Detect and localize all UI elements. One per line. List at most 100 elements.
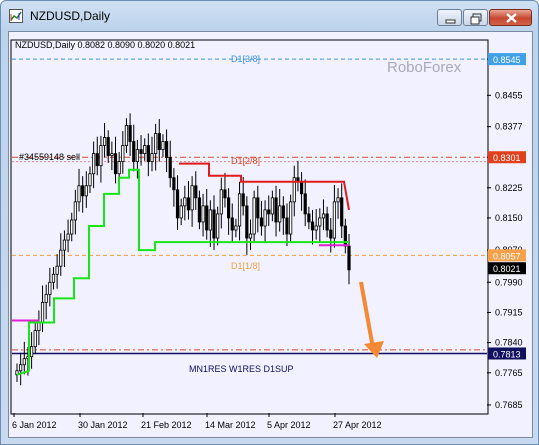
x-tick-label-5: 27 Apr 2012 <box>333 420 382 430</box>
candle-body-61 <box>237 193 242 227</box>
candle-body-64 <box>248 233 253 239</box>
candle-body-32 <box>132 141 136 163</box>
candle-body-13 <box>62 239 67 251</box>
candle-body-43 <box>172 177 176 191</box>
candle-body-72 <box>278 205 282 223</box>
bottom-level-label: MN1RES W1RES D1SUP <box>189 364 294 374</box>
candle-body-16 <box>73 201 77 221</box>
candle-body-47 <box>186 197 191 211</box>
candle-body-74 <box>285 217 289 235</box>
price-tag-label-3: 0.8021 <box>493 264 521 274</box>
candle-body-55 <box>216 213 220 239</box>
candle-body-79 <box>303 193 307 215</box>
candle-body-22 <box>95 153 99 167</box>
candle-body-38 <box>154 133 158 155</box>
candle-body-36 <box>146 145 150 163</box>
candle-body-65 <box>252 197 256 235</box>
y-tick-label-2: 0.8377 <box>495 122 523 132</box>
chart-app-icon <box>9 9 23 23</box>
chart-area[interactable]: 0.8545 0.8455 0.8377 0.8301 0.8225 0.8150 0.80… <box>8 31 533 438</box>
x-tick-label-3: 14 Mar 2012 <box>205 420 256 430</box>
x-tick-label-2: 21 Feb 2012 <box>141 420 192 430</box>
candle-body-63 <box>245 205 249 239</box>
candle-body-83 <box>318 217 322 227</box>
candle-body-49 <box>194 185 198 199</box>
candle-body-1 <box>19 364 23 372</box>
y-tick-label-11: 0.7685 <box>495 400 523 410</box>
candle-body-78 <box>299 181 304 195</box>
candle-body-11 <box>55 265 59 275</box>
candle-body-7 <box>40 302 45 323</box>
candle-body-17 <box>77 185 81 203</box>
watermark: RoboForex <box>387 59 462 76</box>
price-tag-label-1: 0.8301 <box>493 153 521 163</box>
candle-body-52 <box>205 205 209 231</box>
candle-body-44 <box>175 189 180 219</box>
price-chart[interactable]: 0.8545 0.8455 0.8377 0.8301 0.8225 0.8150 0.80… <box>9 32 532 437</box>
minimize-button[interactable] <box>437 9 462 26</box>
candle-body-57 <box>223 189 227 199</box>
price-tag-label-4: 0.7813 <box>493 349 521 359</box>
candle-body-45 <box>179 205 183 219</box>
candle-body-25 <box>106 137 110 157</box>
candle-body-29 <box>121 145 125 163</box>
candle-body-27 <box>113 153 118 175</box>
candle-body-68 <box>263 209 267 227</box>
chart-window: NZDUSD,Daily 0.85450.84550.83770.83010.8… <box>0 0 539 445</box>
close-button[interactable] <box>489 9 532 26</box>
price-tag-label-2: 0.8057 <box>493 251 521 261</box>
candle-body-81 <box>310 221 315 231</box>
candle-body-8 <box>44 293 48 303</box>
candle-body-5 <box>33 330 37 348</box>
minimize-icon <box>445 19 456 24</box>
level-label-d1-3-8: D1[3/8] <box>231 54 260 64</box>
candle-body-67 <box>259 217 264 227</box>
candle-body-54 <box>212 209 216 239</box>
candle-body-50 <box>197 197 202 223</box>
y-tick-label-7: 0.7990 <box>495 277 523 287</box>
level-label-d1-2-8: D1[2/8] <box>231 156 260 166</box>
close-icon <box>506 13 517 23</box>
candle-body-62 <box>241 193 245 207</box>
candle-body-53 <box>208 209 212 231</box>
candle-body-21 <box>92 153 96 175</box>
candle-body-73 <box>281 205 285 219</box>
candle-body-26 <box>110 153 114 157</box>
level-label-d1-1-8: D1[1/8] <box>231 261 260 271</box>
x-tick-label-0: 6 Jan 2012 <box>12 420 57 430</box>
candle-body-48 <box>190 185 194 211</box>
candle-body-4 <box>29 346 34 358</box>
y-tick-label-10: 0.7765 <box>495 368 523 378</box>
candle-body-69 <box>267 209 271 215</box>
candle-body-33 <box>135 149 139 163</box>
candle-body-60 <box>234 225 238 231</box>
price-tag-label-0: 0.8545 <box>493 55 521 65</box>
candle-body-70 <box>270 197 274 215</box>
y-tick-label-4: 0.8225 <box>495 183 523 193</box>
maximize-button[interactable] <box>463 9 488 26</box>
candle-body-85 <box>325 213 329 231</box>
order-label: #34559148 sell <box>19 152 80 162</box>
candle-body-31 <box>128 125 132 142</box>
candle-body-56 <box>219 189 223 215</box>
y-tick-label-9: 0.7840 <box>495 338 523 348</box>
candle-body-66 <box>256 197 260 219</box>
candle-body-88 <box>336 197 340 203</box>
candle-body-71 <box>274 197 278 223</box>
candle-body-59 <box>230 217 234 231</box>
y-tick-label-1: 0.8455 <box>495 90 523 100</box>
y-tick-label-5: 0.8150 <box>495 213 523 223</box>
candle-body-82 <box>314 225 318 231</box>
candle-body-15 <box>70 219 74 235</box>
candle-body-23 <box>99 145 103 167</box>
candle-body-87 <box>332 201 337 239</box>
candle-body-80 <box>307 213 311 223</box>
candle-body-2 <box>22 358 26 366</box>
candle-body-12 <box>59 249 63 267</box>
candle-body-46 <box>183 197 187 207</box>
chart-header: NZDUSD,Daily 0.8082 0.8090 0.8020 0.8021 <box>15 40 195 50</box>
title-bar[interactable]: NZDUSD,Daily <box>1 1 538 31</box>
candle-body-18 <box>81 185 85 197</box>
candle-body-24 <box>102 137 107 146</box>
candle-body-84 <box>321 213 326 219</box>
